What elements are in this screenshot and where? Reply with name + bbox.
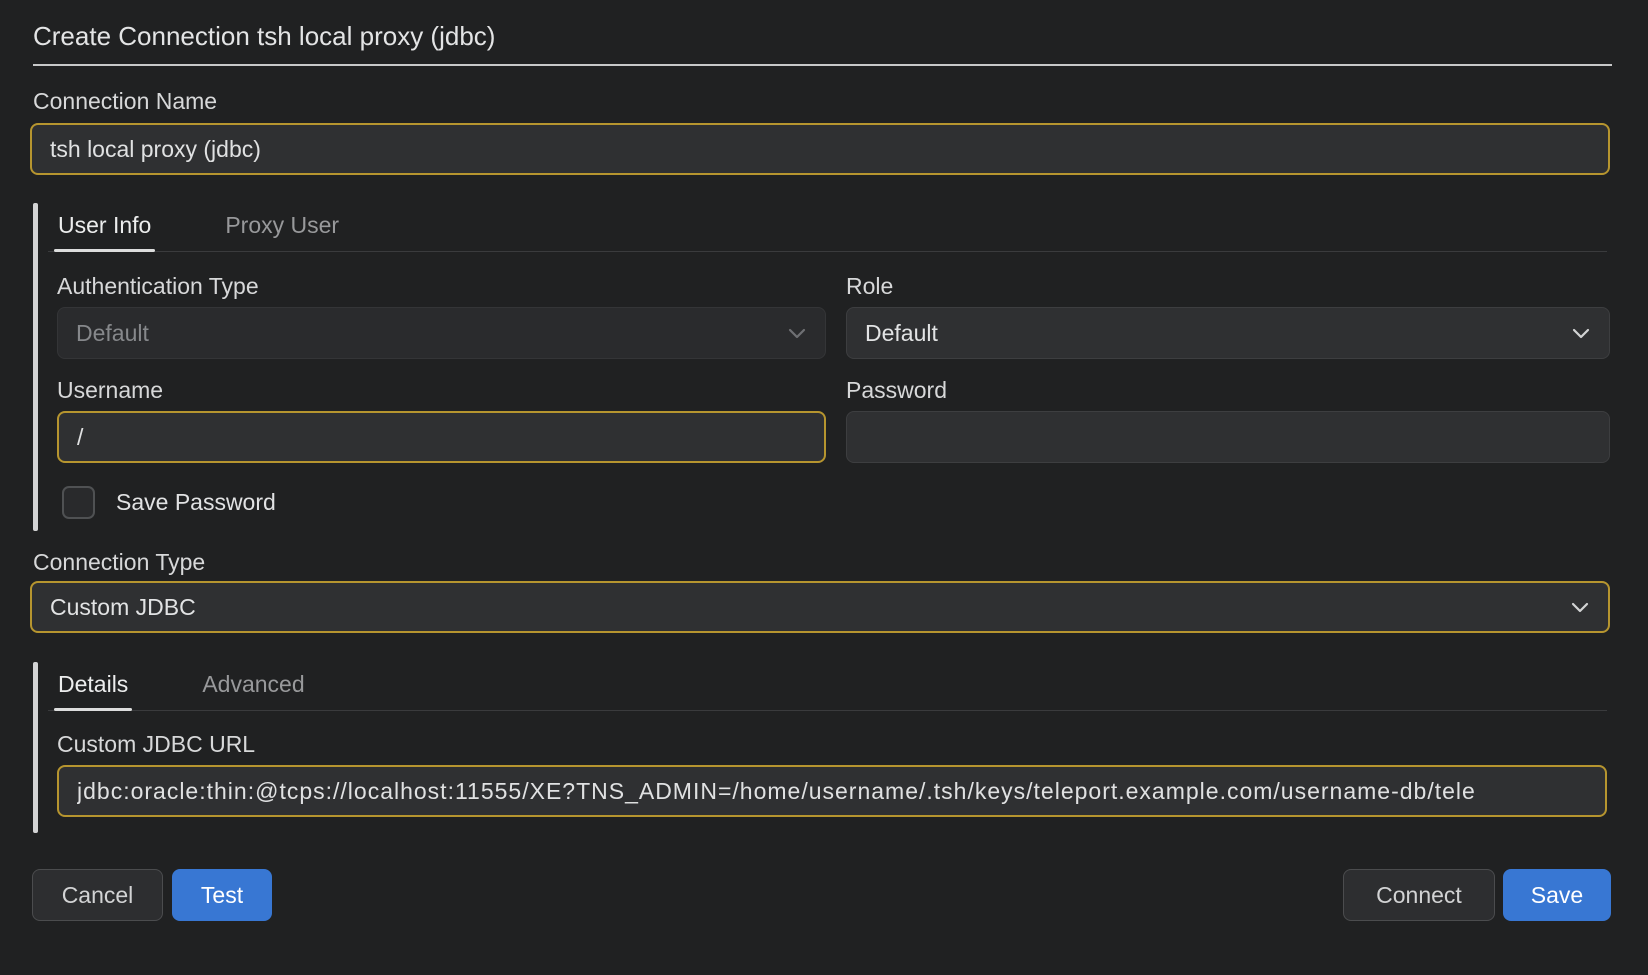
tab-proxy-user[interactable]: Proxy User [223, 212, 341, 251]
connection-type-select[interactable]: Custom JDBC [30, 581, 1610, 633]
save-button[interactable]: Save [1503, 869, 1611, 921]
details-section: Details Advanced Custom JDBC URL [0, 662, 1648, 833]
save-password-label: Save Password [116, 489, 276, 516]
chevron-down-icon [785, 321, 809, 345]
section-accent-bar [33, 662, 38, 833]
password-label: Password [846, 377, 1610, 403]
title-divider [33, 64, 1612, 66]
tab-advanced[interactable]: Advanced [200, 671, 306, 710]
save-password-checkbox[interactable] [62, 486, 95, 519]
details-tabbar: Details Advanced [48, 662, 1607, 711]
footer-actions: Cancel Test Connect Save [32, 869, 1611, 921]
connection-name-label: Connection Name [33, 88, 1648, 114]
user-info-tabbar: User Info Proxy User [48, 203, 1607, 252]
auth-type-label: Authentication Type [57, 273, 826, 299]
tab-user-info[interactable]: User Info [56, 212, 153, 251]
role-label: Role [846, 273, 1610, 299]
auth-type-select: Default [57, 307, 826, 359]
section-accent-bar [33, 203, 38, 531]
test-button[interactable]: Test [172, 869, 272, 921]
role-value: Default [865, 320, 938, 347]
connection-type-value: Custom JDBC [50, 594, 196, 621]
connection-name-input[interactable] [30, 123, 1610, 175]
user-info-section: User Info Proxy User Authentication Type… [0, 203, 1648, 531]
auth-type-value: Default [76, 320, 149, 347]
chevron-down-icon [1568, 595, 1592, 619]
jdbc-url-label: Custom JDBC URL [57, 731, 1610, 757]
role-select[interactable]: Default [846, 307, 1610, 359]
username-input[interactable] [57, 411, 826, 463]
connect-button[interactable]: Connect [1343, 869, 1495, 921]
chevron-down-icon [1569, 321, 1593, 345]
password-input[interactable] [846, 411, 1610, 463]
page-title: Create Connection tsh local proxy (jdbc) [33, 21, 1612, 51]
username-label: Username [57, 377, 826, 403]
save-password-row: Save Password [62, 486, 1610, 519]
jdbc-url-input[interactable] [57, 765, 1607, 817]
cancel-button[interactable]: Cancel [32, 869, 163, 921]
connection-type-label: Connection Type [33, 549, 1648, 575]
tab-details[interactable]: Details [56, 671, 130, 710]
